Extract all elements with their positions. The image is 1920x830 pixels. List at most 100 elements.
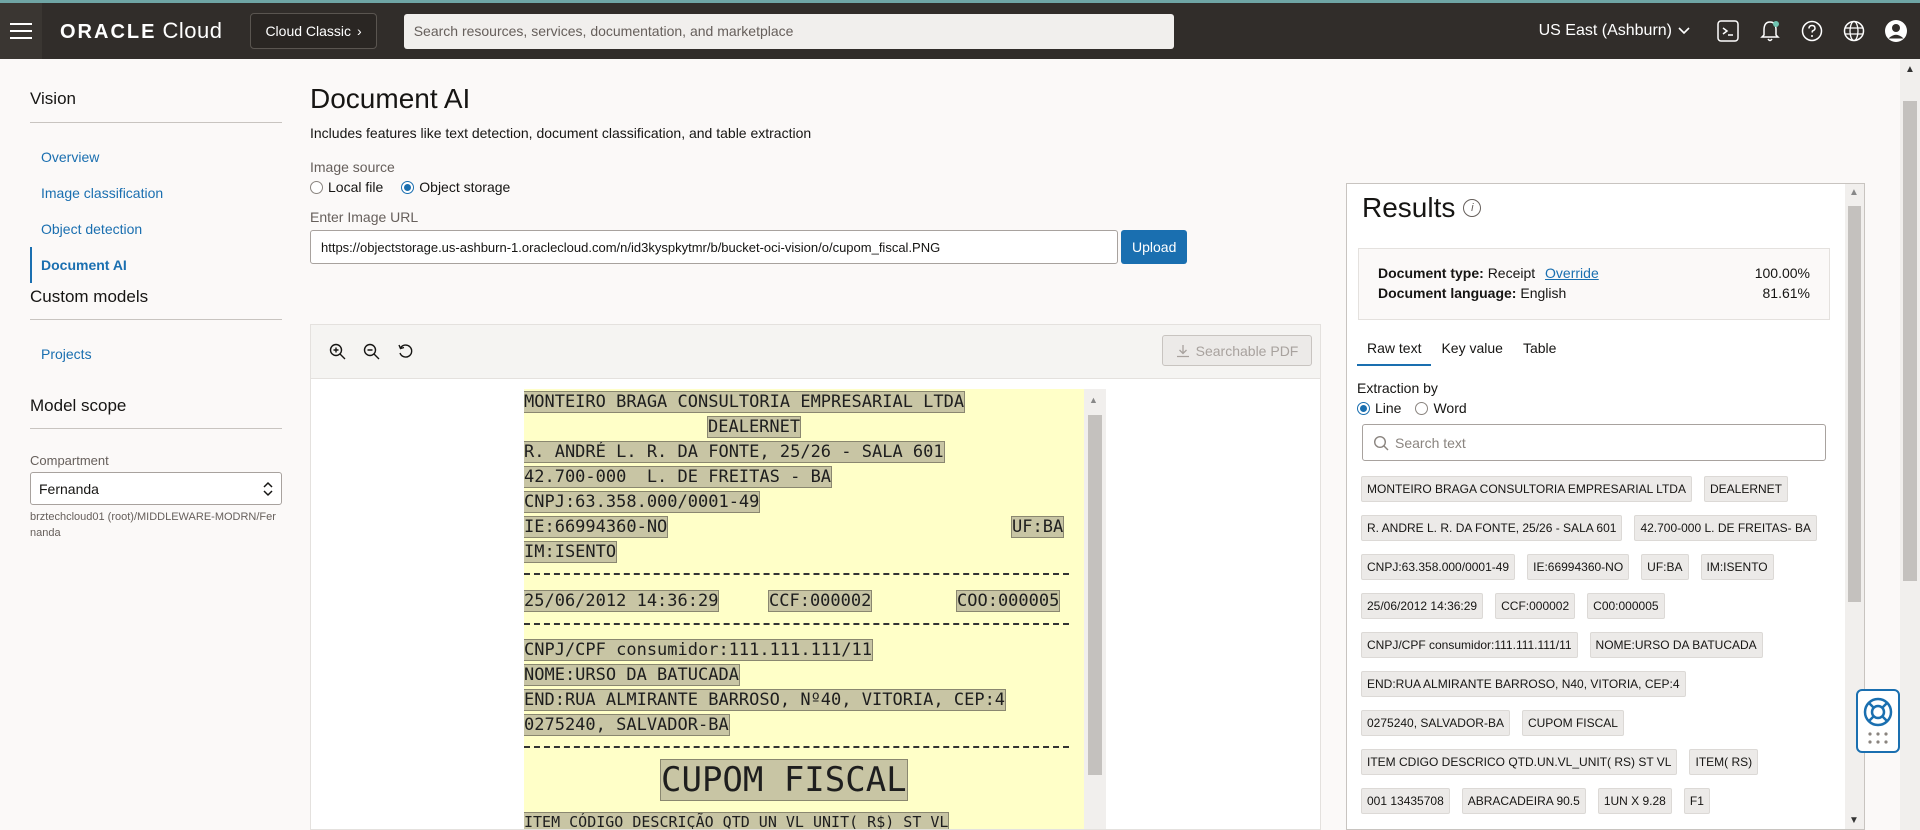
text-chip[interactable]: 0275240, SALVADOR-BA [1361, 710, 1510, 736]
searchable-pdf-label: Searchable PDF [1195, 342, 1299, 359]
receipt-line: 25/06/2012 14:36:29 [524, 590, 720, 612]
lifebuoy-icon [1863, 697, 1893, 727]
receipt-line: UF:BA [1010, 516, 1065, 538]
receipt-line: ITEM CÓDIGO DESCRIÇÃO QTD UN VL UNIT( R$… [524, 812, 950, 829]
nav-item-overview[interactable]: Overview [30, 139, 282, 175]
text-chip[interactable]: 001 13435708 [1361, 788, 1450, 814]
cloud-classic-label: Cloud Classic [265, 23, 352, 39]
reset-icon[interactable] [395, 342, 415, 362]
text-chip[interactable]: 1UN X 9.28 [1597, 788, 1672, 814]
text-chip[interactable]: 42.700-000 L. DE FREITAS- BA [1634, 515, 1817, 541]
text-chip[interactable]: END:RUA ALMIRANTE BARROSO, N40, VITORIA,… [1361, 671, 1686, 697]
receipt-scrollbar[interactable]: ▲ [1084, 389, 1106, 829]
bell-icon[interactable] [1756, 17, 1784, 45]
receipt-line: COO:000005 [955, 590, 1061, 612]
receipt-line: IM:ISENTO [524, 541, 618, 563]
scroll-up-icon[interactable]: ▲ [1905, 64, 1915, 75]
receipt-line: CNPJ/CPF consumidor:111.111.111/11 [524, 639, 873, 661]
radio-line-label: Line [1375, 400, 1402, 416]
cloud-classic-button[interactable]: Cloud Classic › [250, 13, 377, 49]
nav-item-projects[interactable]: Projects [30, 336, 282, 372]
hamburger-menu-icon[interactable] [0, 3, 42, 59]
image-url-input[interactable]: https://objectstorage.us-ashburn-1.oracl… [310, 230, 1118, 264]
radio-unchecked-icon [310, 180, 323, 194]
radio-object-storage[interactable]: Object storage [401, 179, 510, 195]
oracle-cloud-logo[interactable]: ORACLE Cloud [60, 18, 222, 44]
scrollbar-thumb[interactable] [1848, 206, 1861, 602]
nav-section-model-scope: Model scope [30, 396, 282, 429]
radio-local-file-label: Local file [328, 179, 384, 195]
doc-language-value: English [1520, 285, 1567, 301]
zoom-in-icon[interactable] [327, 342, 347, 362]
searchable-pdf-button[interactable]: Searchable PDF [1162, 335, 1312, 366]
receipt-line: CCF:000002 [767, 590, 873, 612]
text-chip[interactable]: UF:BA [1641, 554, 1689, 580]
text-chip[interactable]: IM:ISENTO [1700, 554, 1774, 580]
text-chip[interactable]: ABRACADEIRA 90.5 [1461, 788, 1586, 814]
receipt-line: NOME:URSO DA BATUCADA [524, 664, 740, 686]
text-chip[interactable]: DEALERNET [1703, 476, 1788, 502]
region-selector[interactable]: US East (Ashburn) [1539, 22, 1690, 40]
override-link[interactable]: Override [1545, 265, 1599, 281]
search-icon [1373, 435, 1389, 450]
radio-line[interactable]: Line [1357, 400, 1401, 416]
doc-type-confidence: 100.00% [1754, 265, 1810, 281]
user-icon[interactable] [1882, 17, 1910, 45]
text-chip[interactable]: CUPOM FISCAL [1521, 710, 1624, 736]
scroll-up-icon[interactable]: ▲ [1089, 395, 1098, 405]
zoom-out-icon[interactable] [361, 342, 381, 362]
page-scrollbar[interactable]: ▲ [1900, 59, 1920, 830]
scrollbar-thumb[interactable] [1088, 415, 1102, 775]
text-chip[interactable]: CNPJ:63.358.000/0001-49 [1361, 554, 1516, 580]
text-chip[interactable]: R. ANDRE L. R. DA FONTE, 25/26 - SALA 60… [1361, 515, 1623, 541]
search-text-placeholder: Search text [1395, 434, 1466, 451]
global-search-input[interactable]: Search resources, services, documentatio… [403, 13, 1174, 49]
left-navigation: Vision Overview Image classification Obj… [30, 59, 282, 541]
radio-word[interactable]: Word [1415, 400, 1467, 416]
doc-type-label: Document type: [1378, 265, 1484, 281]
info-icon[interactable]: i [1463, 199, 1482, 217]
receipt-line: R. ANDRÉ L. R. DA FONTE, 25/26 - SALA 60… [524, 441, 945, 463]
compartment-value: Fernanda [39, 480, 99, 497]
document-summary-card: Document type: Receipt Override 100.00% … [1358, 248, 1830, 320]
drag-handle-icon[interactable] [1866, 731, 1890, 745]
scrollbar-thumb[interactable] [1903, 101, 1917, 581]
download-icon [1176, 344, 1189, 357]
text-chip[interactable]: IE:66994360-NO [1527, 554, 1630, 580]
text-chip[interactable]: CNPJ/CPF consumidor:111.111.111/11 [1361, 632, 1578, 658]
text-chip[interactable]: NOME:URSO DA BATUCADA [1589, 632, 1763, 658]
text-chip[interactable]: MONTEIRO BRAGA CONSULTORIA EMPRESARIAL L… [1361, 476, 1692, 502]
text-chip[interactable]: C00:000005 [1587, 593, 1665, 619]
support-lifebuoy-widget[interactable] [1856, 689, 1900, 753]
doc-language-label: Document language: [1378, 285, 1517, 301]
nav-item-object-detection[interactable]: Object detection [30, 211, 282, 247]
tab-raw-text[interactable]: Raw text [1357, 332, 1432, 366]
compartment-select[interactable]: Fernanda [30, 472, 282, 505]
receipt-divider [524, 573, 1069, 575]
receipt-line: 0275240, SALVADOR-BA [524, 714, 730, 736]
scroll-down-icon[interactable]: ▼ [1849, 815, 1859, 826]
image-canvas[interactable]: MONTEIRO BRAGA CONSULTORIA EMPRESARIAL L… [311, 378, 1320, 829]
tab-table[interactable]: Table [1513, 332, 1566, 366]
globe-icon[interactable] [1840, 17, 1868, 45]
text-chip[interactable]: ITEM CDIGO DESCRICO QTD.UN.VL_UNIT( RS) … [1361, 749, 1678, 775]
cloud-shell-icon[interactable] [1714, 17, 1742, 45]
search-text-input[interactable]: Search text [1362, 424, 1826, 461]
tab-key-value[interactable]: Key value [1431, 332, 1512, 366]
radio-checked-icon [1357, 401, 1370, 415]
text-chip[interactable]: F1 [1683, 788, 1710, 814]
sort-arrows-icon [263, 481, 273, 496]
raw-text-chips: MONTEIRO BRAGA CONSULTORIA EMPRESARIAL L… [1361, 476, 1829, 814]
receipt-line: END:RUA ALMIRANTE BARROSO, Nº40, VITORIA… [524, 689, 1007, 711]
extraction-by-label: Extraction by [1357, 380, 1438, 396]
upload-button[interactable]: Upload [1121, 230, 1188, 264]
text-chip[interactable]: CCF:000002 [1495, 593, 1576, 619]
nav-item-image-classification[interactable]: Image classification [30, 175, 282, 211]
scroll-up-icon[interactable]: ▲ [1849, 187, 1859, 198]
text-chip[interactable]: 25/06/2012 14:36:29 [1361, 593, 1484, 619]
chevron-down-icon [1678, 27, 1690, 35]
nav-item-document-ai[interactable]: Document AI [30, 247, 282, 283]
radio-local-file[interactable]: Local file [310, 179, 383, 195]
help-icon[interactable] [1798, 17, 1826, 45]
text-chip[interactable]: ITEM( RS) [1689, 749, 1759, 775]
